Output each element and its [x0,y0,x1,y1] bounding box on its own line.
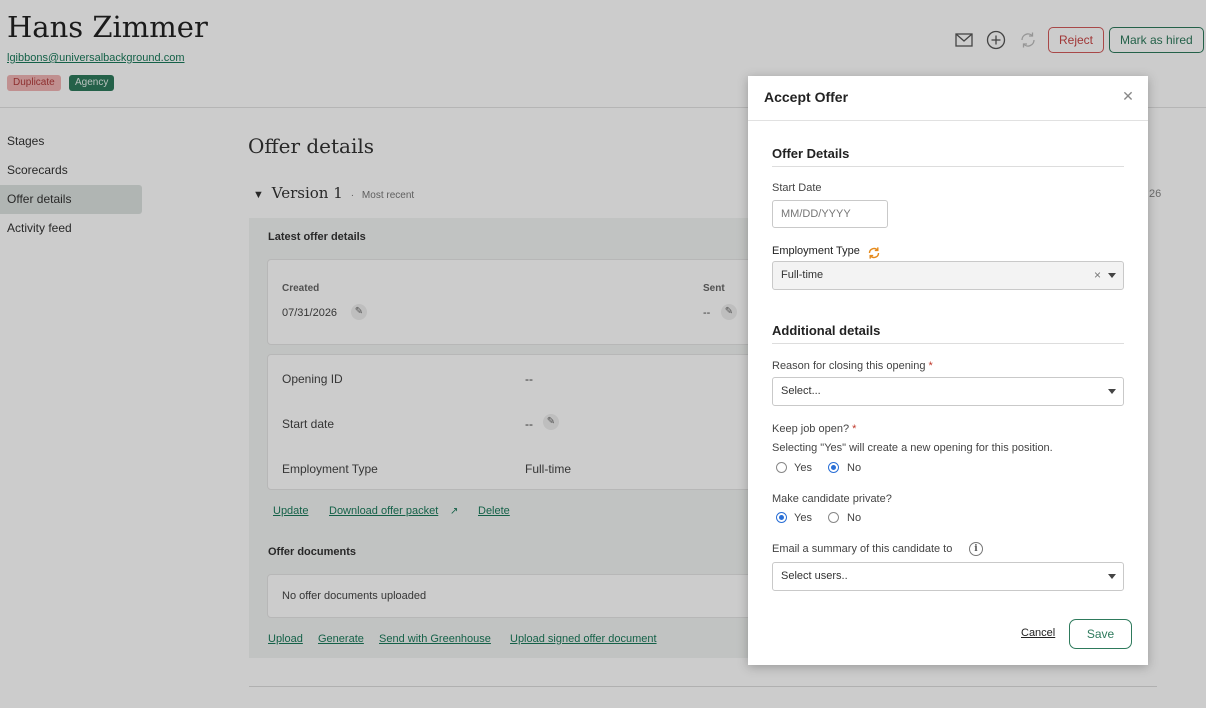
reason-placeholder: Select... [781,385,821,397]
email-summary-select[interactable]: Select users.. [772,562,1124,591]
private-no-label[interactable]: No [847,512,861,524]
required-asterisk: * [928,360,933,372]
private-no-radio[interactable] [828,512,839,523]
chevron-down-icon [1108,273,1116,278]
offer-details-section-title: Offer Details [772,146,1124,167]
keep-open-help: Selecting "Yes" will create a new openin… [772,442,1053,454]
private-yes-radio[interactable] [776,512,787,523]
start-date-input[interactable] [772,200,888,228]
modal-title: Accept Offer [764,89,849,105]
required-asterisk: * [852,423,857,435]
keep-open-no-label[interactable]: No [847,462,861,474]
private-yes-label[interactable]: Yes [794,512,812,524]
reason-label-text: Reason for closing this opening [772,360,926,372]
email-summary-label: Email a summary of this candidate to [772,543,953,555]
keep-open-no-radio[interactable] [828,462,839,473]
cancel-button[interactable]: Cancel [1021,627,1055,639]
start-date-field-label: Start Date [772,182,822,194]
save-button[interactable]: Save [1069,619,1132,649]
additional-details-section-title: Additional details [772,323,1124,344]
reason-label: Reason for closing this opening * [772,360,933,372]
reason-select[interactable]: Select... [772,377,1124,406]
clear-icon[interactable]: × [1094,262,1101,289]
private-label: Make candidate private? [772,493,892,505]
employment-type-selected: Full-time [781,269,824,281]
chevron-down-icon [1108,389,1116,394]
sync-icon[interactable] [867,246,881,260]
keep-open-label-text: Keep job open? [772,423,850,435]
employment-type-field-label: Employment Type [772,245,860,257]
chevron-down-icon [1108,574,1116,579]
email-summary-placeholder: Select users.. [781,570,848,582]
info-icon[interactable]: i [969,542,983,556]
close-icon[interactable]: ✕ [1120,88,1136,104]
keep-open-yes-label[interactable]: Yes [794,462,812,474]
employment-type-select[interactable]: Full-time × [772,261,1124,290]
accept-offer-modal: Accept Offer ✕ Offer Details Start Date … [748,76,1148,665]
keep-open-label: Keep job open? * [772,423,856,435]
modal-header: Accept Offer ✕ [748,76,1148,121]
keep-open-yes-radio[interactable] [776,462,787,473]
